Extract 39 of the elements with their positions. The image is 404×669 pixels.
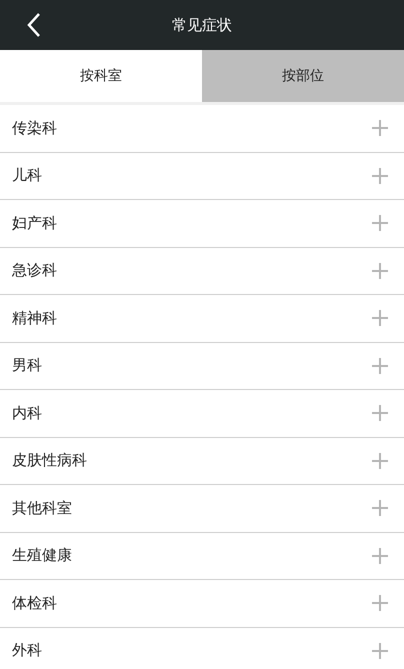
plus-icon[interactable] xyxy=(372,262,388,279)
plus-icon[interactable] xyxy=(372,500,388,516)
department-name: 男科 xyxy=(12,356,42,376)
plus-icon[interactable] xyxy=(372,120,388,136)
list-item[interactable]: 外科 xyxy=(0,628,404,669)
plus-icon[interactable] xyxy=(372,642,388,659)
department-name: 儿科 xyxy=(12,166,42,186)
list-item[interactable]: 内科 xyxy=(0,390,404,438)
department-name: 外科 xyxy=(12,641,42,660)
department-name: 其他科室 xyxy=(12,498,72,518)
list-item[interactable]: 儿科 xyxy=(0,152,404,200)
plus-icon[interactable] xyxy=(372,358,388,374)
plus-icon[interactable] xyxy=(372,215,388,232)
plus-icon[interactable] xyxy=(372,595,388,612)
list-item[interactable]: 精神科 xyxy=(0,295,404,342)
plus-icon[interactable] xyxy=(372,405,388,422)
department-name: 体检科 xyxy=(12,594,57,613)
department-name: 妇产科 xyxy=(12,214,57,233)
department-name: 急诊科 xyxy=(12,261,57,280)
department-name: 皮肤性病科 xyxy=(12,451,87,470)
back-icon xyxy=(27,12,41,38)
list-item[interactable]: 生殖健康 xyxy=(0,532,404,580)
plus-icon[interactable] xyxy=(372,452,388,469)
department-name: 传染科 xyxy=(12,118,57,138)
department-name: 生殖健康 xyxy=(12,546,72,566)
department-name: 内科 xyxy=(12,404,42,423)
list-item[interactable]: 皮肤性病科 xyxy=(0,438,404,485)
list-item[interactable]: 急诊科 xyxy=(0,248,404,295)
list-item[interactable]: 其他科室 xyxy=(0,485,404,532)
department-name: 精神科 xyxy=(12,308,57,328)
list-item[interactable]: 传染科 xyxy=(0,105,404,152)
plus-icon[interactable] xyxy=(372,548,388,564)
plus-icon[interactable] xyxy=(372,310,388,326)
tab[interactable]: 按部位 xyxy=(202,50,404,102)
page-title: 常见症状 xyxy=(172,16,232,34)
list-item[interactable]: 男科 xyxy=(0,342,404,390)
list-item[interactable]: 妇产科 xyxy=(0,200,404,248)
plus-icon[interactable] xyxy=(372,168,388,184)
list-item[interactable]: 体检科 xyxy=(0,580,404,628)
